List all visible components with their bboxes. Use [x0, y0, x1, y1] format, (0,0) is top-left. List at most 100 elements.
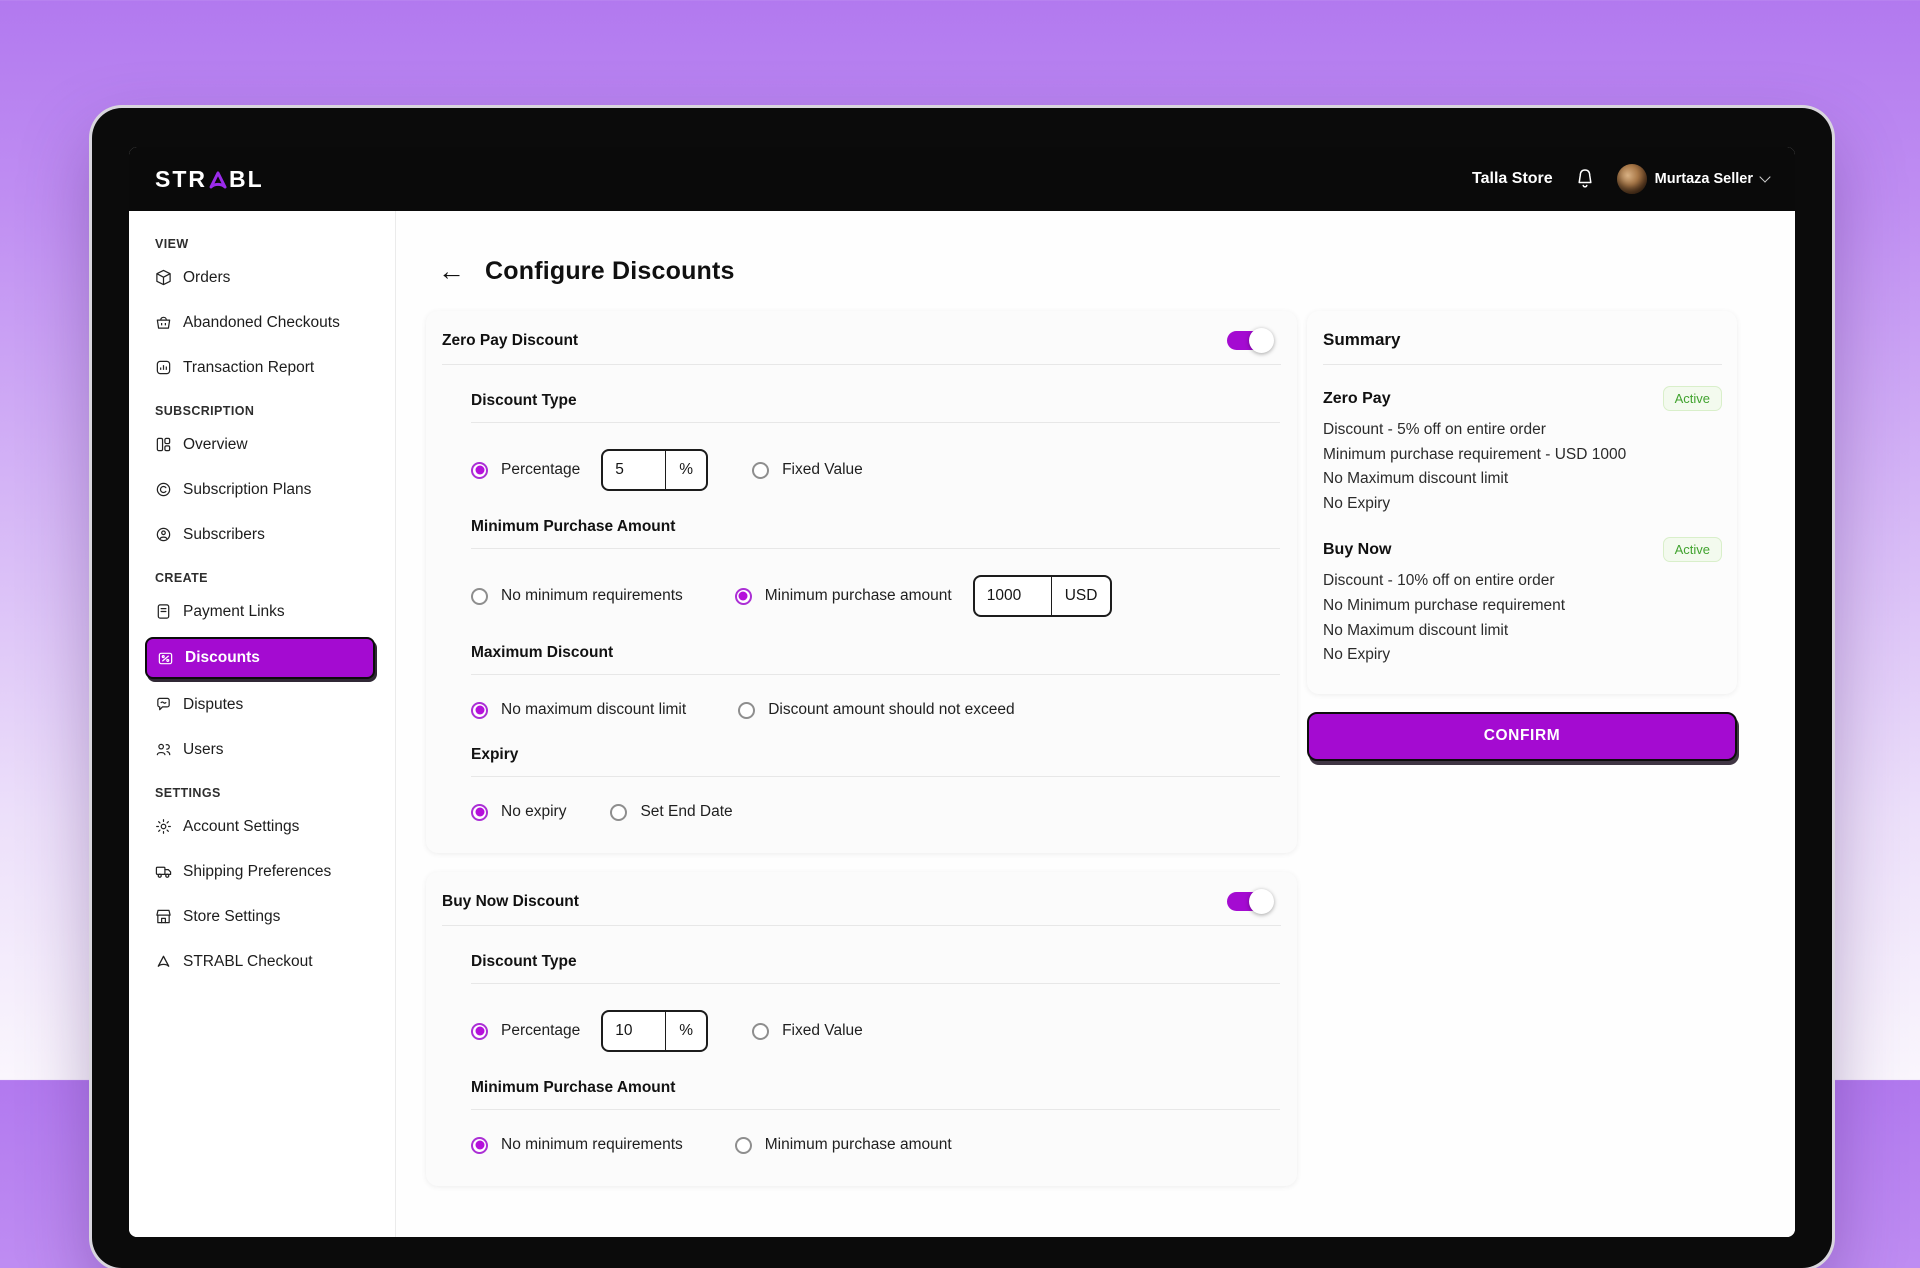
zero-pay-toggle[interactable] — [1227, 331, 1267, 350]
buy-now-fixed-value-radio[interactable]: Fixed Value — [752, 1022, 863, 1040]
chevron-down-icon — [1759, 171, 1770, 182]
divider — [471, 776, 1280, 777]
notification-bell-icon[interactable] — [1575, 168, 1595, 190]
sidebar-item-users[interactable]: Users — [129, 727, 395, 772]
buy-now-min-amount-radio[interactable]: Minimum purchase amount — [735, 1136, 952, 1154]
sidebar-item-disputes[interactable]: Disputes — [129, 682, 395, 727]
sidebar-item-orders[interactable]: Orders — [129, 255, 395, 300]
store-name: Talla Store — [1472, 170, 1553, 188]
payment-link-icon — [155, 603, 172, 620]
sidebar-item-label: Subscribers — [183, 526, 265, 544]
sidebar-item-label: Users — [183, 741, 223, 759]
sidebar-item-label: Disputes — [183, 696, 243, 714]
summary-entry-name: Zero Pay — [1323, 390, 1391, 408]
sidebar-item-label: Orders — [183, 269, 230, 287]
sidebar-group-view: VIEW — [129, 237, 395, 251]
users-icon — [155, 741, 172, 758]
zero-pay-percent-input-group: % — [601, 449, 708, 491]
back-arrow-icon[interactable]: ← — [438, 258, 465, 285]
sidebar-item-transaction-report[interactable]: Transaction Report — [129, 345, 395, 390]
percent-suffix: % — [665, 1012, 706, 1050]
expiry-heading: Expiry — [471, 746, 1280, 764]
sidebar-item-overview[interactable]: Overview — [129, 422, 395, 467]
zero-pay-no-min-radio[interactable]: No minimum requirements — [471, 587, 683, 605]
subscriber-icon — [155, 526, 172, 543]
divider — [471, 983, 1280, 984]
laptop-frame: STR BL Talla Store Murtaza Seller — [92, 108, 1832, 1268]
sidebar-item-payment-links[interactable]: Payment Links — [129, 589, 395, 634]
package-icon — [155, 269, 172, 286]
divider — [471, 548, 1280, 549]
discount-type-heading: Discount Type — [471, 953, 1280, 971]
overview-icon — [155, 436, 172, 453]
buy-now-percentage-radio[interactable]: Percentage — [471, 1022, 580, 1040]
radio-label: Minimum purchase amount — [765, 1136, 952, 1154]
sidebar-item-label: Store Settings — [183, 908, 280, 926]
summary-line: No Maximum discount limit — [1323, 619, 1722, 644]
discount-type-heading: Discount Type — [471, 392, 1280, 410]
zero-pay-percentage-radio[interactable]: Percentage — [471, 461, 580, 479]
strabl-logo: STR BL — [155, 166, 264, 193]
sidebar-item-label: Overview — [183, 436, 248, 454]
radio-label: No minimum requirements — [501, 1136, 683, 1154]
toggle-knob — [1249, 889, 1274, 914]
radio-label: Percentage — [501, 461, 580, 479]
strabl-checkout-icon — [155, 953, 172, 970]
buy-now-discount-card: Buy Now Discount Discount Type — [426, 872, 1297, 1186]
summary-entry-buy-now: Buy Now Active Discount - 10% off on ent… — [1323, 537, 1722, 667]
sidebar-item-shipping-preferences[interactable]: Shipping Preferences — [129, 849, 395, 894]
sidebar-item-account-settings[interactable]: Account Settings — [129, 804, 395, 849]
radio-label: Set End Date — [640, 803, 732, 821]
summary-line: No Expiry — [1323, 492, 1722, 517]
sidebar-item-label: Transaction Report — [183, 359, 314, 377]
user-menu[interactable]: Murtaza Seller — [1617, 164, 1769, 194]
buy-now-toggle[interactable] — [1227, 892, 1267, 911]
sidebar-item-label: Subscription Plans — [183, 481, 311, 499]
avatar — [1617, 164, 1647, 194]
radio-unselected-icon — [752, 1023, 769, 1040]
divider — [442, 364, 1281, 365]
dispute-icon — [155, 696, 172, 713]
buy-now-percent-input[interactable] — [603, 1012, 665, 1050]
radio-selected-icon — [471, 1137, 488, 1154]
max-discount-heading: Maximum Discount — [471, 644, 1280, 662]
zero-pay-min-amount-input[interactable] — [975, 577, 1051, 615]
main-content: ← Configure Discounts Zero Pay Discount — [396, 211, 1795, 1237]
radio-selected-icon — [735, 588, 752, 605]
buy-now-no-min-radio[interactable]: No minimum requirements — [471, 1136, 683, 1154]
zero-pay-fixed-value-radio[interactable]: Fixed Value — [752, 461, 863, 479]
radio-unselected-icon — [471, 588, 488, 605]
min-purchase-heading: Minimum Purchase Amount — [471, 518, 1280, 536]
confirm-button[interactable]: CONFIRM — [1307, 712, 1737, 761]
sidebar-item-label: Payment Links — [183, 603, 285, 621]
currency-suffix: USD — [1051, 577, 1111, 615]
zero-pay-set-end-date-radio[interactable]: Set End Date — [610, 803, 732, 821]
zero-pay-not-exceed-radio[interactable]: Discount amount should not exceed — [738, 701, 1014, 719]
sidebar-item-subscribers[interactable]: Subscribers — [129, 512, 395, 557]
sidebar-item-store-settings[interactable]: Store Settings — [129, 894, 395, 939]
basket-icon — [155, 314, 172, 331]
logo-arrow-icon — [206, 169, 230, 193]
sidebar-item-label: STRABL Checkout — [183, 953, 313, 971]
summary-entry-name: Buy Now — [1323, 541, 1391, 559]
logo-text-suffix: BL — [229, 166, 264, 193]
radio-unselected-icon — [752, 462, 769, 479]
radio-selected-icon — [471, 804, 488, 821]
zero-pay-no-max-radio[interactable]: No maximum discount limit — [471, 701, 686, 719]
summary-line: Minimum purchase requirement - USD 1000 — [1323, 443, 1722, 468]
sidebar-item-subscription-plans[interactable]: Subscription Plans — [129, 467, 395, 512]
summary-entry-zero-pay: Zero Pay Active Discount - 5% off on ent… — [1323, 386, 1722, 516]
radio-label: Fixed Value — [782, 461, 863, 479]
percent-suffix: % — [665, 451, 706, 489]
sidebar-item-label: Discounts — [185, 649, 260, 667]
zero-pay-min-amount-radio[interactable]: Minimum purchase amount — [735, 587, 952, 605]
sidebar-item-discounts[interactable]: Discounts — [145, 637, 375, 679]
zero-pay-percent-input[interactable] — [603, 451, 665, 489]
truck-icon — [155, 863, 172, 880]
gear-icon — [155, 818, 172, 835]
sidebar-item-strabl-checkout[interactable]: STRABL Checkout — [129, 939, 395, 984]
zero-pay-discount-card: Zero Pay Discount Discount Type — [426, 311, 1297, 853]
sidebar-item-abandoned-checkouts[interactable]: Abandoned Checkouts — [129, 300, 395, 345]
zero-pay-no-expiry-radio[interactable]: No expiry — [471, 803, 566, 821]
sidebar-item-label: Account Settings — [183, 818, 299, 836]
